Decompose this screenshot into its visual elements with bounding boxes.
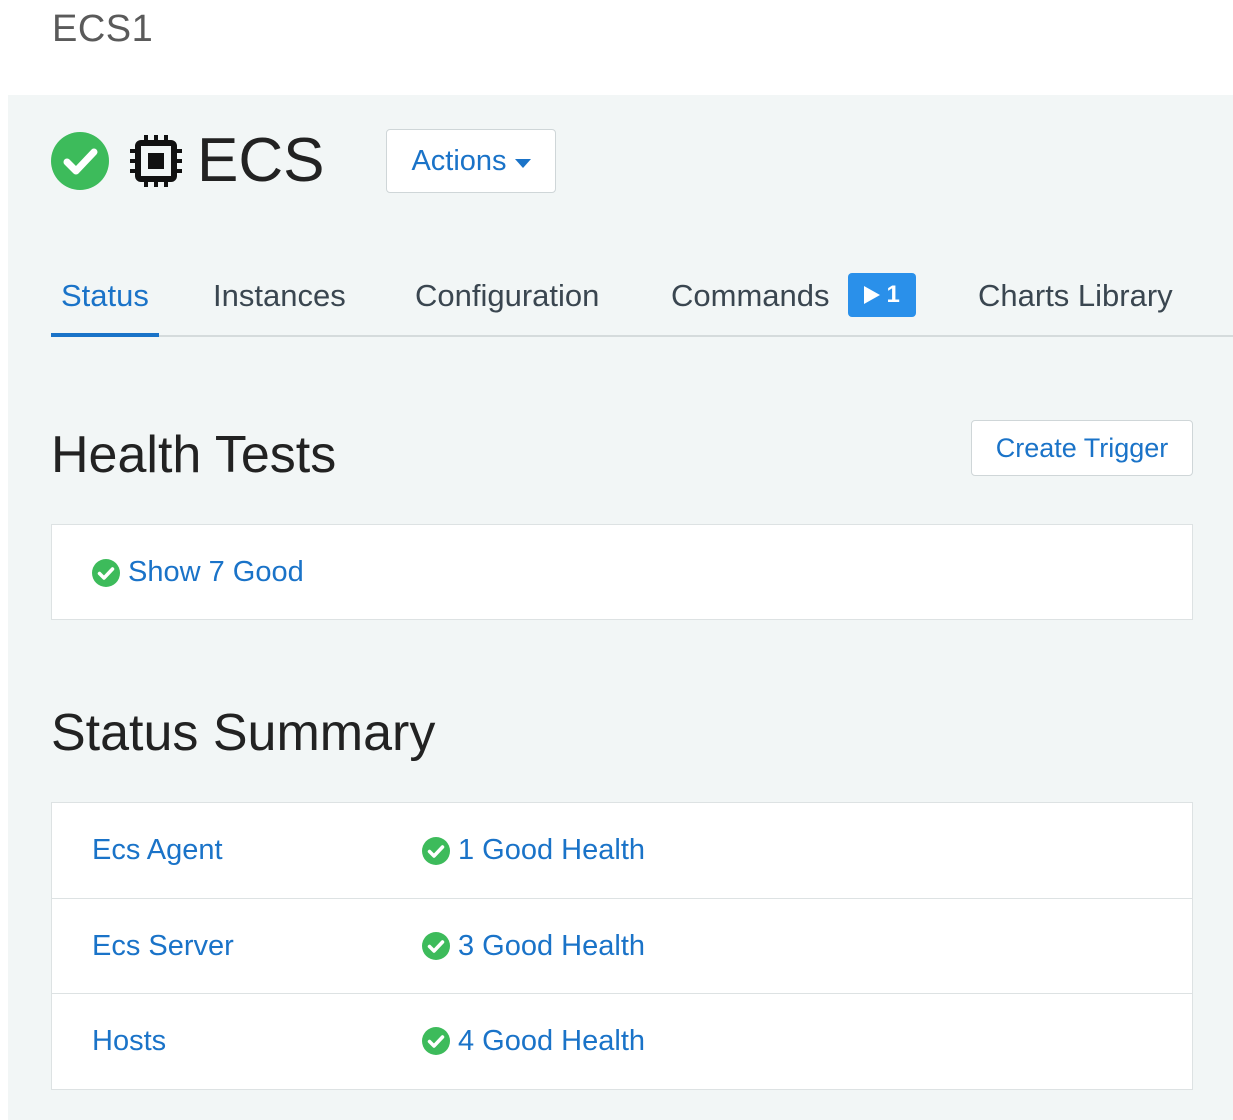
role-link[interactable]: Ecs Agent	[92, 834, 223, 867]
tab-label: Charts Library	[978, 278, 1173, 313]
tab-commands[interactable]: Commands 1	[671, 265, 917, 333]
table-row: Ecs Server 3 Good Health	[52, 898, 1192, 993]
health-link[interactable]: 1 Good Health	[422, 834, 645, 867]
status-summary-table: Ecs Agent 1 Good Health Ecs Server 3 Goo…	[51, 802, 1193, 1090]
status-summary-heading: Status Summary	[51, 704, 436, 762]
play-icon	[864, 285, 881, 304]
badge-count: 1	[886, 280, 900, 308]
cluster-name: ECS1	[52, 8, 154, 50]
actions-label: Actions	[411, 144, 507, 177]
check-circle-icon	[422, 836, 450, 865]
table-row: Ecs Agent 1 Good Health	[52, 803, 1192, 898]
tab-configuration[interactable]: Configuration	[415, 265, 599, 333]
tab-instances[interactable]: Instances	[213, 265, 346, 333]
health-link[interactable]: 3 Good Health	[422, 930, 645, 963]
health-link[interactable]: 4 Good Health	[422, 1025, 645, 1058]
role-link[interactable]: Hosts	[92, 1025, 166, 1058]
check-circle-icon	[92, 558, 120, 587]
check-circle-icon	[51, 132, 109, 190]
tab-bar: Status Instances Configuration Commands …	[51, 255, 1233, 337]
running-commands-badge[interactable]: 1	[848, 272, 917, 317]
tab-status[interactable]: Status	[51, 265, 159, 337]
show-good-link[interactable]: Show 7 Good	[92, 556, 304, 589]
health-tests-heading: Health Tests	[51, 426, 337, 484]
create-trigger-button[interactable]: Create Trigger	[971, 420, 1193, 476]
show-good-label: Show 7 Good	[128, 555, 304, 588]
check-circle-icon	[422, 932, 450, 960]
tab-label: Configuration	[415, 278, 600, 313]
service-panel: ECS Actions Status Instances Configurati…	[8, 95, 1233, 1120]
service-header: ECS	[51, 125, 324, 197]
tab-label: Status	[61, 278, 149, 313]
actions-dropdown-button[interactable]: Actions	[386, 129, 556, 193]
table-row: Hosts 4 Good Health	[52, 993, 1192, 1088]
health-label: 4 Good Health	[458, 1024, 646, 1057]
chip-icon	[127, 132, 185, 190]
check-circle-icon	[422, 1027, 450, 1055]
role-link[interactable]: Ecs Server	[92, 930, 234, 963]
health-label: 3 Good Health	[458, 929, 646, 962]
tab-label: Instances	[213, 278, 346, 313]
health-label: 1 Good Health	[458, 834, 646, 866]
tab-label: Commands	[671, 278, 830, 313]
caret-down-icon	[514, 158, 531, 168]
service-title: ECS	[197, 126, 325, 195]
tab-charts-library[interactable]: Charts Library	[978, 265, 1173, 333]
health-tests-box: Show 7 Good	[51, 524, 1193, 620]
